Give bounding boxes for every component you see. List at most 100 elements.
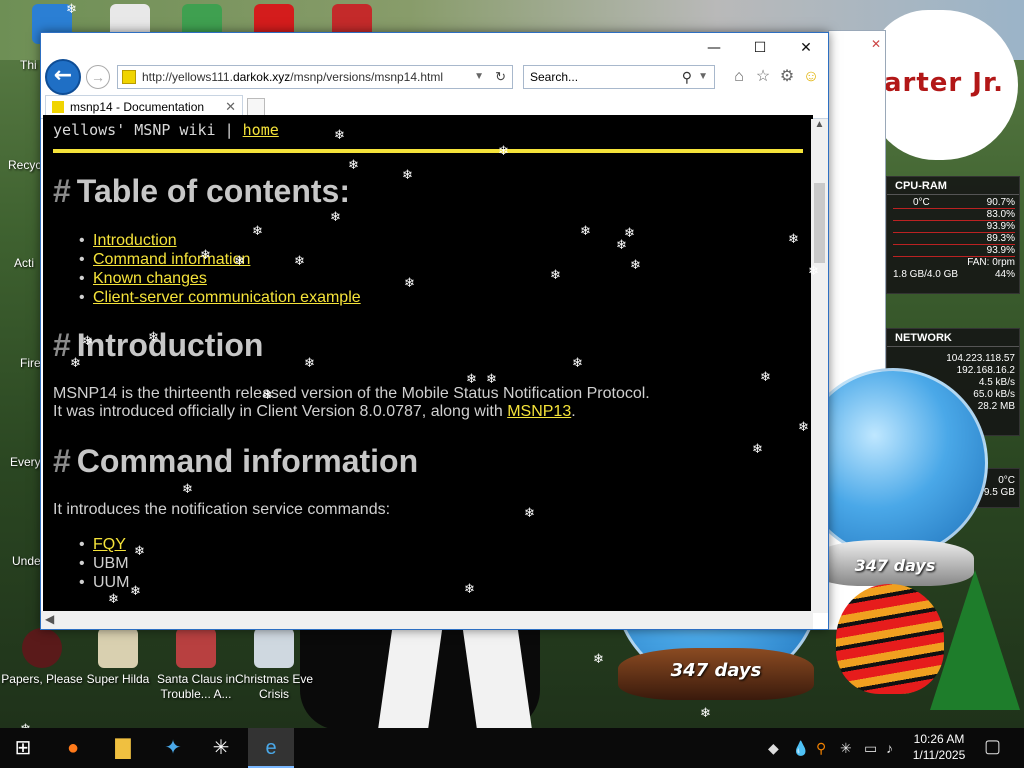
tray-drop-icon[interactable]: 💧: [792, 740, 809, 757]
list-item: Known changes: [79, 269, 361, 288]
desktop-icon-santa-claus[interactable]: Santa Claus in Trouble... A...: [154, 628, 238, 702]
desktop-icon-label: Papers, Please: [1, 672, 83, 686]
scroll-left-icon[interactable]: ◀: [45, 612, 54, 626]
address-bar[interactable]: http://yellows111.darkok.xyz/msnp/versio…: [117, 65, 513, 89]
scroll-up-icon[interactable]: ▲: [811, 119, 828, 130]
snowflake-icon: ❄: [334, 127, 345, 142]
desktop-icon-label[interactable]: Unde: [12, 554, 41, 568]
close-button[interactable]: ✕: [783, 37, 829, 59]
desktop-icon-label[interactable]: Thi: [20, 58, 37, 72]
home-icon[interactable]: ⌂: [729, 67, 749, 87]
snowflake-icon: ❄: [486, 371, 497, 386]
home-link[interactable]: home: [243, 121, 279, 139]
chevron-down-icon[interactable]: ▼: [698, 66, 708, 88]
super-hilda-icon: [98, 628, 138, 668]
snowflake-icon: ❄: [304, 355, 315, 370]
minimize-button[interactable]: —: [691, 37, 737, 59]
chevron-down-icon[interactable]: ▼: [474, 66, 484, 88]
search-box[interactable]: Search... ⚲ ▼: [523, 65, 715, 89]
desktop-icon-christmas-eve[interactable]: Christmas Eve Crisis: [232, 628, 316, 702]
smiley-feedback-icon[interactable]: ☺: [801, 67, 821, 87]
desktop-icon-super-hilda[interactable]: Super Hilda: [76, 628, 160, 687]
refresh-icon[interactable]: ↻: [495, 66, 506, 88]
command-link-fqy[interactable]: FQY: [93, 536, 126, 553]
desktop-icon-label[interactable]: Every: [10, 455, 41, 469]
toc-link-introduction[interactable]: Introduction: [93, 232, 177, 249]
fan-speed: FAN: 0rpm: [967, 257, 1015, 268]
msnp13-link[interactable]: MSNP13: [507, 403, 571, 420]
app-taskbar-icon[interactable]: ✦: [150, 728, 196, 768]
desktop-icon-label[interactable]: Acti: [14, 256, 34, 270]
total-traffic: 28.2 MB: [977, 401, 1015, 412]
snowflake-icon: ❄: [572, 355, 583, 370]
snowflake-icon: ❄: [593, 651, 604, 666]
back-button[interactable]: ←: [45, 59, 81, 95]
command-intro: It introduces the notification service c…: [53, 501, 391, 518]
network-icon[interactable]: ▭: [864, 740, 877, 757]
file-explorer-icon[interactable]: ▇: [100, 728, 146, 768]
scrollbar-thumb[interactable]: [814, 183, 825, 263]
gear-icon[interactable]: ⚙: [777, 67, 797, 87]
snowflake-icon: ❄: [402, 167, 413, 182]
tray-app-icon[interactable]: ◆: [768, 740, 779, 757]
cpu-ram-widget: CPU-RAM 0°C 90.7% 83.0% 93.9% 89.3% 93.9%…: [886, 176, 1020, 294]
url-text[interactable]: http://yellows111.darkok.xyz/msnp/versio…: [142, 66, 443, 88]
system-clock[interactable]: 10:26 AM 1/11/2025: [902, 731, 976, 763]
desktop-icon-papers-please[interactable]: Papers, Please: [0, 628, 84, 687]
snowflake-icon: ❄: [294, 253, 305, 268]
vertical-scrollbar[interactable]: ▲: [811, 119, 828, 613]
snowflake-icon: ❄: [108, 591, 119, 606]
desktop-icon-label[interactable]: Recycl: [8, 158, 44, 172]
title-bar[interactable]: — ☐ ✕: [41, 33, 828, 61]
favorites-star-icon[interactable]: ☆: [753, 67, 773, 87]
snowflake-icon: ❄: [348, 157, 359, 172]
toc-link-client-server[interactable]: Client-server communication example: [93, 289, 361, 306]
snowflake-icon: ❄: [148, 329, 159, 344]
snowflake-icon: ❄: [466, 371, 477, 386]
widget-title: NETWORK: [887, 329, 1019, 347]
list-item: Command information: [79, 250, 361, 269]
desktop-icon-label: Christmas Eve Crisis: [234, 672, 314, 701]
tray-snowflake-icon[interactable]: ✳: [840, 740, 852, 757]
list-item: UBM: [79, 554, 129, 573]
internet-explorer-icon[interactable]: e: [248, 728, 294, 768]
tray-search-icon[interactable]: ⚲: [816, 740, 826, 757]
new-tab-button[interactable]: [247, 98, 265, 116]
list-item: Introduction: [79, 231, 361, 250]
close-icon[interactable]: ✕: [871, 37, 881, 51]
windows-start-icon[interactable]: ⊞: [0, 728, 46, 768]
snowflake-icon: ❄: [464, 581, 475, 596]
snowflake-icon: ❄: [550, 267, 561, 282]
desktop-icon-label[interactable]: Fire: [20, 356, 41, 370]
christmas-eve-icon: [254, 628, 294, 668]
snowflake-icon: ❄: [130, 583, 141, 598]
external-ip: 104.223.118.57: [946, 353, 1015, 364]
forward-button[interactable]: →: [86, 65, 110, 89]
clock-date: 1/11/2025: [912, 748, 966, 762]
widget-title: CPU-RAM: [887, 177, 1019, 195]
snowflake-icon: ❄: [580, 223, 591, 238]
snowflake-icon: ❄: [498, 143, 509, 158]
search-icon[interactable]: ⚲: [682, 66, 692, 88]
snowflake-icon: ❄: [234, 253, 245, 268]
firefox-icon[interactable]: ●: [50, 728, 96, 768]
notification-icon[interactable]: ▢: [984, 736, 1001, 757]
toc-link-command-information[interactable]: Command information: [93, 251, 250, 268]
toc-link-known-changes[interactable]: Known changes: [93, 270, 207, 287]
horizontal-scrollbar[interactable]: ◀: [41, 611, 813, 629]
page-favicon: [122, 70, 136, 84]
spiral-christmas-tree: [836, 584, 944, 694]
hdd-temp: 0°C: [998, 475, 1015, 486]
snowflake-icon: ❄: [330, 209, 341, 224]
local-ip: 192.168.16.2: [956, 365, 1015, 376]
search-placeholder: Search...: [530, 70, 579, 84]
santa-claus-icon: [176, 628, 216, 668]
navigation-bar: ← → http://yellows111.darkok.xyz/msnp/ve…: [41, 59, 828, 95]
snowflake-icon: ❄: [798, 419, 809, 434]
wallpaper-text: arter Jr.: [884, 68, 1004, 98]
maximize-button[interactable]: ☐: [737, 37, 783, 59]
snowflake-icon: ❄: [200, 247, 211, 262]
snow-globe-days: 347 days: [670, 660, 762, 681]
snowflake-app-icon[interactable]: ✳: [198, 728, 244, 768]
volume-icon[interactable]: ♪: [886, 740, 893, 756]
